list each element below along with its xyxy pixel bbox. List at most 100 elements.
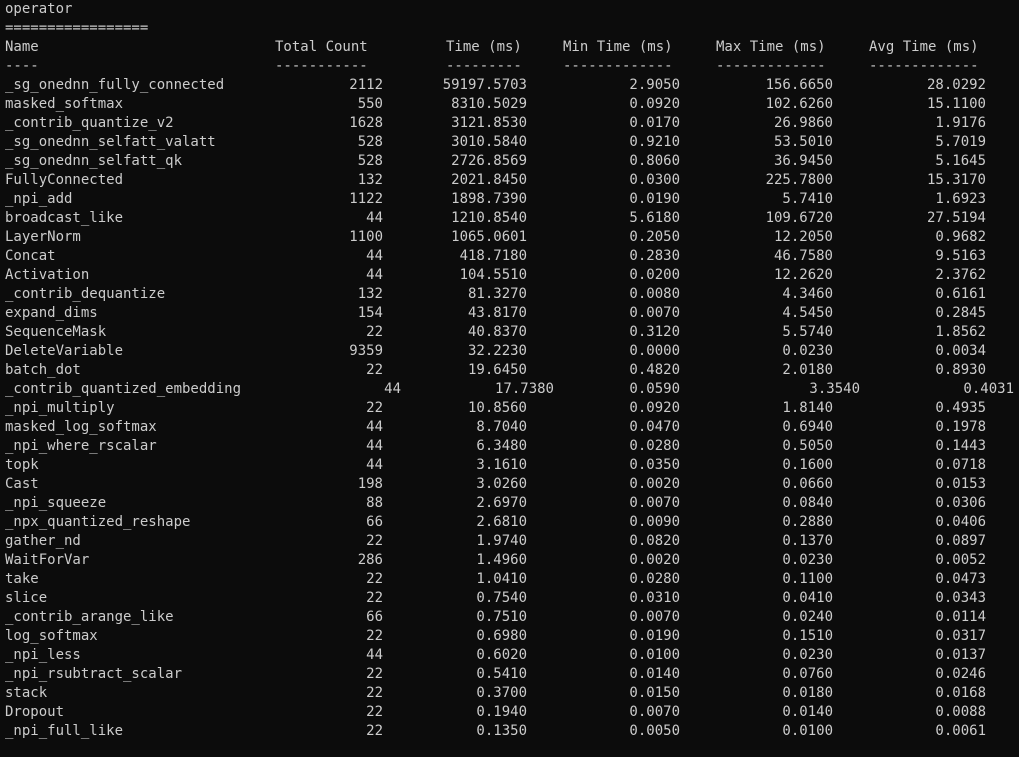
row-name: _npi_where_rscalar [5, 438, 157, 454]
row-min-time: 0.0920 [629, 400, 680, 416]
row-name: _sg_onednn_fully_connected [5, 77, 225, 93]
row-total-count: 550 [357, 96, 383, 112]
row-min-time: 0.8060 [629, 153, 680, 169]
row-time: 1.9740 [476, 533, 527, 549]
row-name: _npi_full_like [5, 723, 124, 739]
row-name: broadcast_like [5, 210, 124, 226]
row-time: 2021.8450 [451, 172, 527, 188]
row-max-time: 0.0660 [782, 476, 833, 492]
row-time: 43.8170 [467, 305, 527, 321]
row-avg-time: 15.1100 [926, 96, 986, 112]
table-row: LayerNorm 1100 1065.0601 0.2050 12.2050 0.968… [5, 228, 1019, 247]
row-total-count: 22 [366, 362, 383, 378]
row-avg-time: 0.2845 [935, 305, 986, 321]
row-avg-time: 0.0153 [935, 476, 986, 492]
row-time: 0.7510 [476, 609, 527, 625]
row-total-count: 44 [366, 438, 383, 454]
row-min-time: 0.0820 [629, 533, 680, 549]
row-name: FullyConnected [5, 172, 124, 188]
table-row: slice 22 0.7540 0.0310 0.0410 0.0343 [5, 589, 1019, 608]
row-max-time: 0.1100 [782, 571, 833, 587]
table-header-row: Name Total Count Time (ms) Min Time (ms)… [5, 38, 1019, 57]
row-min-time: 0.0090 [629, 514, 680, 530]
row-min-time: 0.0280 [629, 438, 680, 454]
row-min-time: 0.0140 [629, 666, 680, 682]
row-total-count: 286 [357, 552, 383, 568]
row-avg-time: 0.0317 [935, 628, 986, 644]
table-row: stack 22 0.3700 0.0150 0.0180 0.0168 [5, 684, 1019, 703]
header-avg-time: Avg Time (ms) [869, 39, 979, 55]
row-total-count: 22 [366, 571, 383, 587]
section-underline: ================= [5, 20, 149, 36]
row-max-time: 5.7410 [782, 191, 833, 207]
row-total-count: 44 [366, 248, 383, 264]
row-time: 3121.8530 [451, 115, 527, 131]
row-avg-time: 5.1645 [935, 153, 986, 169]
row-total-count: 1100 [349, 229, 383, 245]
row-name: _sg_onednn_selfatt_qk [5, 153, 183, 169]
table-row: _npi_add 1122 1898.7390 0.0190 5.7410 1.6923 [5, 190, 1019, 209]
row-avg-time: 0.6161 [935, 286, 986, 302]
row-min-time: 0.0310 [629, 590, 680, 606]
row-min-time: 0.0020 [629, 476, 680, 492]
row-total-count: 44 [366, 647, 383, 663]
row-min-time: 0.0020 [629, 552, 680, 568]
row-time: 17.7380 [494, 381, 554, 397]
section-underline-line: ================= [5, 19, 1019, 38]
table-row: log_softmax 22 0.6980 0.0190 0.1510 0.0317 [5, 627, 1019, 646]
row-avg-time: 0.1978 [935, 419, 986, 435]
row-total-count: 528 [357, 153, 383, 169]
row-name: LayerNorm [5, 229, 81, 245]
row-name: _contrib_quantize_v2 [5, 115, 174, 131]
row-avg-time: 1.8562 [935, 324, 986, 340]
row-total-count: 154 [357, 305, 383, 321]
row-max-time: 26.9860 [773, 115, 833, 131]
table-row: _npi_less 44 0.6020 0.0100 0.0230 0.0137 [5, 646, 1019, 665]
table-row: _contrib_dequantize 132 81.3270 0.0080 4.346… [5, 285, 1019, 304]
row-min-time: 0.0200 [629, 267, 680, 283]
row-min-time: 0.0920 [629, 96, 680, 112]
row-name: Cast [5, 476, 39, 492]
row-time: 0.7540 [476, 590, 527, 606]
row-total-count: 22 [366, 533, 383, 549]
terminal-output: operator ================= Name Total Co… [5, 0, 1019, 741]
header-underline-avg-time: ------------- [869, 58, 979, 74]
row-avg-time: 1.9176 [935, 115, 986, 131]
row-min-time: 2.9050 [629, 77, 680, 93]
row-name: _contrib_arange_like [5, 609, 174, 625]
row-name: gather_nd [5, 533, 81, 549]
row-max-time: 0.0100 [782, 723, 833, 739]
table-row: WaitForVar 286 1.4960 0.0020 0.0230 0.0052 [5, 551, 1019, 570]
row-name: masked_log_softmax [5, 419, 157, 435]
row-name: _npi_rsubtract_scalar [5, 666, 183, 682]
row-name: SequenceMask [5, 324, 107, 340]
row-time: 59197.5703 [442, 77, 527, 93]
row-name: log_softmax [5, 628, 98, 644]
row-min-time: 0.0070 [629, 704, 680, 720]
table-row: FullyConnected 132 2021.8450 0.0300 225.7800… [5, 171, 1019, 190]
table-row: Dropout 22 0.1940 0.0070 0.0140 0.0088 [5, 703, 1019, 722]
header-time: Time (ms) [446, 39, 522, 55]
row-avg-time: 0.0088 [935, 704, 986, 720]
row-min-time: 0.2830 [629, 248, 680, 264]
table-row: Cast 198 3.0260 0.0020 0.0660 0.0153 [5, 475, 1019, 494]
row-time: 32.2230 [467, 343, 527, 359]
row-time: 10.8560 [467, 400, 527, 416]
header-underline-total-count: ----------- [275, 58, 368, 74]
row-time: 6.3480 [476, 438, 527, 454]
row-name: masked_softmax [5, 96, 124, 112]
row-min-time: 0.3120 [629, 324, 680, 340]
row-min-time: 0.0050 [629, 723, 680, 739]
row-min-time: 0.0150 [629, 685, 680, 701]
table-row: masked_softmax 550 8310.5029 0.0920 102.6260… [5, 95, 1019, 114]
table-row: Concat 44 418.7180 0.2830 46.7580 9.5163 [5, 247, 1019, 266]
row-avg-time: 0.0246 [935, 666, 986, 682]
row-min-time: 0.0470 [629, 419, 680, 435]
table-row: take 22 1.0410 0.0280 0.1100 0.0473 [5, 570, 1019, 589]
row-time: 81.3270 [467, 286, 527, 302]
row-max-time: 102.6260 [765, 96, 833, 112]
row-avg-time: 0.0718 [935, 457, 986, 473]
row-time: 40.8370 [467, 324, 527, 340]
row-time: 8310.5029 [451, 96, 527, 112]
row-time: 418.7180 [459, 248, 527, 264]
